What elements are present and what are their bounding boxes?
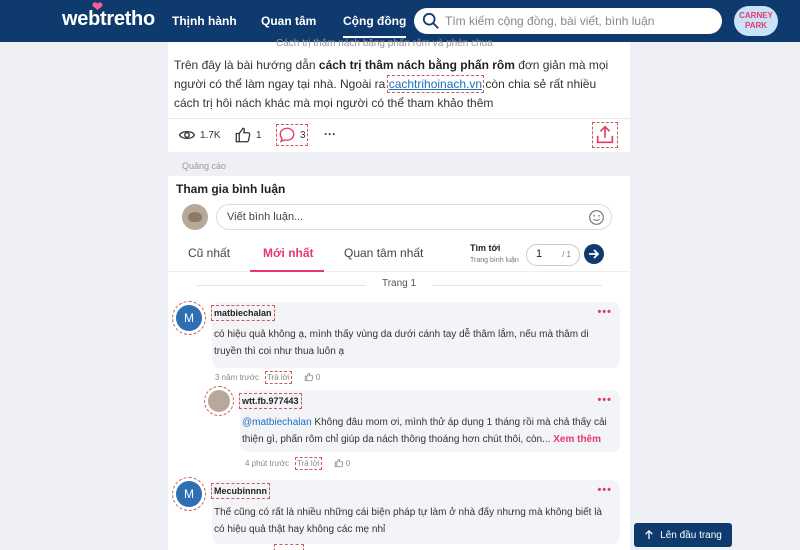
comments-section: Tham gia bình luận Viết bình luận... Cũ …: [168, 176, 630, 550]
divider: [168, 118, 630, 119]
search-placeholder: Tìm kiếm cộng đồng, bài viết, bình luận: [445, 14, 655, 28]
go-page-button[interactable]: [584, 244, 604, 264]
comment-time: 4 phút trước: [245, 458, 289, 468]
nav-trending[interactable]: Thịnh hành: [172, 14, 237, 28]
image-caption: Cách trị thâm nách bằng phấn rôm và phèn…: [276, 38, 493, 49]
nav-community[interactable]: Cộng đồng: [343, 14, 407, 38]
reply-button[interactable]: Trả lời: [294, 456, 322, 470]
arrow-up-icon: [645, 530, 653, 540]
comment-text: có hiệu quả không ạ, mình thấy vùng da d…: [214, 329, 589, 357]
avatar[interactable]: M: [172, 477, 206, 511]
views-count: 1.7K: [178, 126, 221, 144]
eye-icon: [178, 130, 196, 140]
article-paragraph: Trên đây là bài hướng dẫn cách trị thâm …: [174, 58, 609, 110]
share-button[interactable]: [592, 122, 618, 148]
comment-menu-button[interactable]: •••: [597, 394, 612, 406]
comment-like-button[interactable]: 0: [334, 458, 350, 468]
current-user-avatar: [182, 204, 208, 230]
comment-username[interactable]: matbiechalan: [211, 305, 275, 321]
comment-sort-tabs: Cũ nhất Mới nhất Quan tâm nhất Tìm tới T…: [168, 238, 630, 272]
top-navbar: ❤ webtretho Thịnh hành Quan tâm Cộng đồn…: [0, 0, 800, 42]
comment-text: @matbiechalan Không đâu mom ơi, mình thử…: [242, 417, 607, 445]
goto-label: Tìm tới: [470, 243, 501, 253]
comment-username[interactable]: wtt.fb.977443: [239, 393, 302, 409]
reply-button[interactable]: Trả lời: [264, 370, 292, 384]
article-link[interactable]: cachtrihoinach.vn: [386, 75, 485, 93]
page-number-input[interactable]: 1 / 1: [526, 244, 580, 266]
tab-newest[interactable]: Mới nhất: [263, 246, 314, 260]
comment-time: 3 năm trước: [215, 372, 259, 382]
see-more-link[interactable]: Xem thêm: [553, 434, 601, 445]
comment-input-row: Viết bình luận...: [168, 202, 630, 236]
tab-most-interested[interactable]: Quan tâm nhất: [344, 246, 423, 260]
avatar[interactable]: M: [172, 301, 206, 335]
comment-username[interactable]: Mecubinnnn: [211, 483, 270, 499]
tab-oldest[interactable]: Cũ nhất: [188, 246, 230, 260]
page-indicator: Trang 1: [168, 278, 630, 292]
ad-label: Quảng cáo: [182, 161, 227, 171]
event-badge-logo[interactable]: CARNEY PARK: [734, 6, 778, 36]
heart-icon: ❤: [92, 0, 103, 14]
search-input[interactable]: Tìm kiếm cộng đồng, bài viết, bình luận: [414, 8, 722, 34]
comment-like-button[interactable]: 0: [304, 372, 320, 382]
user-mention[interactable]: @matbiechalan: [242, 417, 312, 428]
comment-menu-button[interactable]: •••: [597, 484, 612, 496]
more-options-button[interactable]: ···: [324, 127, 336, 141]
comment-input[interactable]: Viết bình luận...: [216, 204, 612, 230]
like-button[interactable]: 1: [234, 126, 262, 144]
share-icon: [596, 125, 614, 144]
comments-title: Tham gia bình luận: [176, 182, 286, 196]
page-total: / 1: [562, 250, 571, 259]
comment-meta: 3 năm trước Trả lời 0: [215, 370, 320, 384]
comment-menu-button[interactable]: •••: [597, 306, 612, 318]
reply-avatar[interactable]: [204, 386, 234, 416]
nav-following[interactable]: Quan tâm: [261, 14, 316, 28]
thumbs-up-icon: [334, 458, 343, 468]
back-to-top-button[interactable]: Lên đầu trang: [634, 523, 732, 547]
goto-sublabel: Trang bình luận: [470, 257, 519, 264]
comment-text: Thế cũng có rất là nhiều những cái biện …: [214, 507, 602, 535]
arrow-right-icon: [589, 249, 600, 259]
emoji-icon[interactable]: [588, 209, 605, 226]
reply-bubble: wtt.fb.977443 ••• @matbiechalan Không đâ…: [239, 390, 620, 452]
comment-meta: 4 phút trước Trả lời 0: [245, 456, 350, 470]
webtretho-logo[interactable]: ❤ webtretho: [62, 0, 155, 31]
comment-bubble: Mecubinnnn ••• Thế cũng có rất là nhiều …: [211, 480, 620, 544]
comment-button[interactable]: 3: [276, 124, 308, 146]
search-icon: [422, 12, 439, 29]
thumbs-up-icon: [235, 127, 251, 143]
thumbs-up-icon: [304, 372, 313, 382]
post-actions-bar: 1.7K 1 3 ···: [168, 121, 630, 151]
partial-element: [274, 544, 304, 550]
comment-bubble-icon: [279, 127, 295, 143]
active-tab-indicator: [250, 270, 324, 272]
comment-bubble: matbiechalan ••• có hiệu quả không ạ, mì…: [211, 302, 620, 368]
